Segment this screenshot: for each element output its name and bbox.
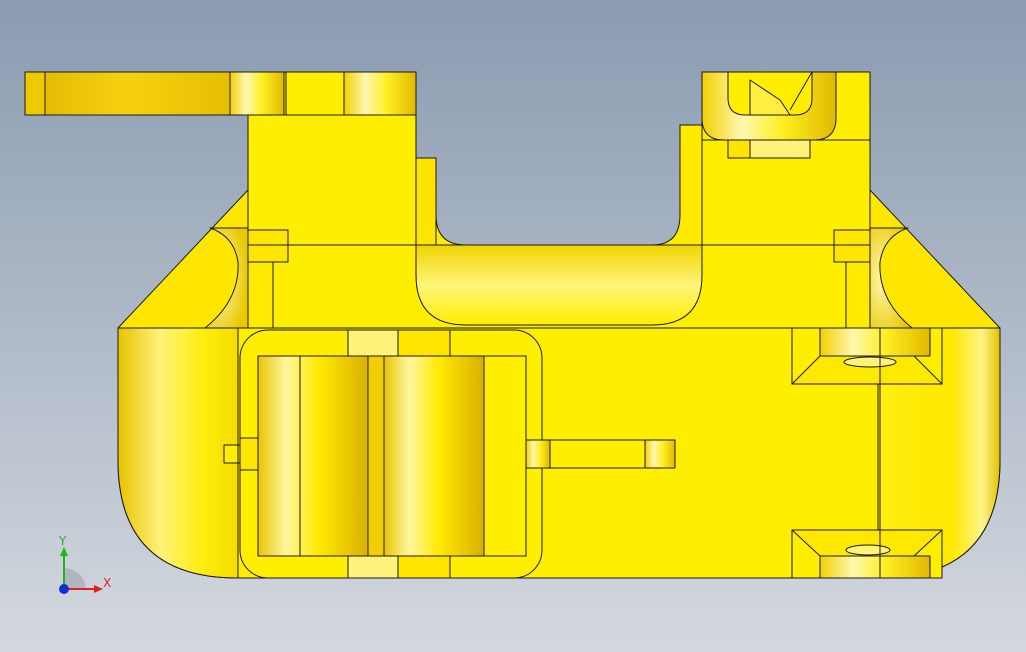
part-model-view[interactable]: Y X: [0, 0, 1026, 652]
y-axis-label: Y: [58, 534, 67, 548]
x-axis-label: X: [103, 576, 111, 590]
origin-dot: [59, 584, 69, 594]
cad-viewport[interactable]: Y X: [0, 0, 1026, 652]
